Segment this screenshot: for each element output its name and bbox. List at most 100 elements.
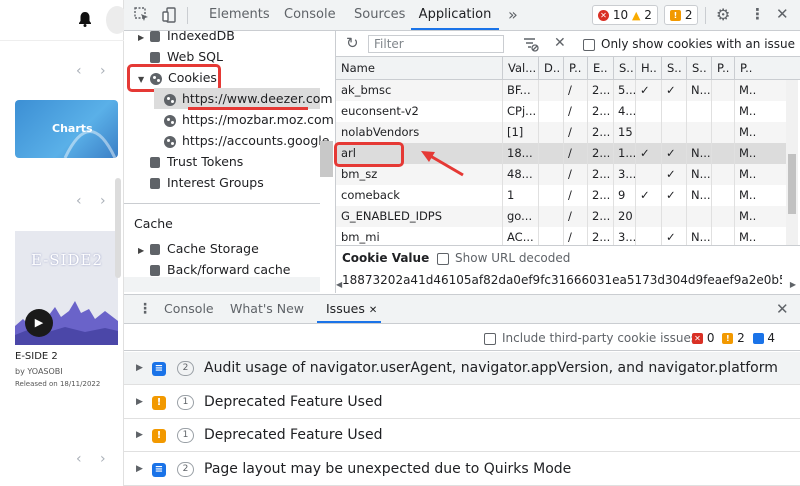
expand-arrow-icon[interactable]: ▶ xyxy=(136,352,143,385)
column-header[interactable]: S.. xyxy=(686,57,711,80)
column-header[interactable]: S.. xyxy=(661,57,686,80)
table-cell: ✓ xyxy=(640,188,650,202)
chevron-left-icon[interactable]: ‹ xyxy=(76,63,82,79)
column-header[interactable]: D.. xyxy=(538,57,563,80)
issue-row[interactable]: ▶ ≡ 2 Page layout may be unexpected due to … xyxy=(124,453,800,486)
issue-row[interactable]: ▶ ≡ 2 Audit usage of navigator.userAgent, n… xyxy=(124,352,800,385)
warning-icon: ! xyxy=(722,333,734,344)
chevron-left-icon[interactable]: ‹ xyxy=(76,193,82,209)
table-cell xyxy=(538,227,563,245)
tab-elements[interactable]: Elements xyxy=(209,0,270,30)
sidebar-hscrollbar[interactable] xyxy=(124,277,320,292)
info-icon: ≡ xyxy=(152,362,166,376)
chevron-right-icon[interactable]: › xyxy=(100,193,106,209)
kebab-menu-icon[interactable]: ⋮ xyxy=(750,5,765,23)
more-tabs-icon[interactable]: » xyxy=(508,0,518,30)
tab-application[interactable]: Application xyxy=(411,0,499,30)
table-cell: 48... xyxy=(507,167,533,181)
column-divider xyxy=(686,80,687,245)
chevron-left-icon[interactable]: ‹ xyxy=(76,451,82,467)
warning-icon: ! xyxy=(152,395,166,410)
drawer-tab-console[interactable]: Console xyxy=(164,295,214,323)
table-cell: 1... xyxy=(618,146,635,160)
issue-row[interactable]: ▶! 1 Deprecated Feature Used xyxy=(124,419,800,452)
column-divider xyxy=(538,80,539,245)
sidebar-item-deezer[interactable]: https://www.deezer.com xyxy=(154,88,333,109)
database-icon xyxy=(150,178,160,189)
table-cell: CPj... xyxy=(507,104,537,118)
column-header[interactable]: P.. xyxy=(734,57,790,80)
table-cell: bm_mi xyxy=(341,230,380,244)
album-artist[interactable]: by YOASOBI xyxy=(15,367,63,376)
expand-arrow-icon[interactable]: ▶ xyxy=(136,453,143,486)
table-cell: 4... xyxy=(618,104,635,118)
close-icon[interactable]: ✕ xyxy=(776,5,789,23)
drawer-menu-icon[interactable]: ⋮ xyxy=(138,301,152,317)
error-warning-badge[interactable]: ✕ 10 ▲ 2 xyxy=(592,5,658,25)
tab-console[interactable]: Console xyxy=(284,0,336,30)
gear-icon[interactable]: ⚙ xyxy=(716,5,730,24)
sidebar-item-trust-tokens[interactable]: Trust Tokens xyxy=(150,151,243,172)
checkbox-icon xyxy=(583,38,595,51)
table-cell xyxy=(635,206,661,227)
table-cell xyxy=(538,185,563,206)
expand-arrow-icon[interactable]: ▶ xyxy=(136,419,143,452)
divider xyxy=(705,7,706,24)
column-header[interactable]: E.. xyxy=(587,57,613,80)
sidebar-item-google[interactable]: https://accounts.google. xyxy=(164,130,333,151)
refresh-icon[interactable]: ↻ xyxy=(346,34,359,52)
column-header[interactable]: P.. xyxy=(711,57,734,80)
device-toggle-icon[interactable] xyxy=(162,7,178,23)
sidebar-item-cache-storage[interactable]: ▶ Cache Storage xyxy=(138,238,259,259)
column-header[interactable]: Val... xyxy=(502,57,538,80)
tab-sources[interactable]: Sources xyxy=(354,0,405,30)
table-cell xyxy=(538,206,563,227)
only-issues-checkbox[interactable]: Only show cookies with an issue xyxy=(583,35,795,53)
database-icon xyxy=(150,52,160,63)
third-party-checkbox[interactable]: Include third-party cookie issues xyxy=(484,325,697,351)
column-header[interactable]: Name xyxy=(336,57,502,80)
issue-count: 1 xyxy=(177,428,194,443)
cookie-icon xyxy=(164,135,176,148)
album-date: Released on 18/11/2022 xyxy=(15,380,101,388)
charts-tile[interactable]: Charts xyxy=(15,100,118,158)
issue-count: 1 xyxy=(177,394,194,410)
expand-arrow-icon[interactable]: ▶ xyxy=(136,386,143,419)
chevron-right-icon[interactable]: › xyxy=(100,451,106,467)
sidebar-scrollbar[interactable] xyxy=(320,141,333,177)
filter-input[interactable]: Filter xyxy=(368,35,504,53)
sidebar-item-mozbar[interactable]: https://mozbar.moz.com xyxy=(164,109,334,130)
inspect-icon[interactable] xyxy=(134,7,150,23)
album-name[interactable]: E-SIDE 2 xyxy=(15,351,58,362)
column-header[interactable]: P.. xyxy=(563,57,587,80)
column-header[interactable]: S.. xyxy=(613,57,635,80)
column-header[interactable]: H.. xyxy=(635,57,661,80)
sidebar-item-indexeddb[interactable]: ▶ IndexedDB xyxy=(138,31,235,46)
table-cell xyxy=(711,122,734,143)
value-hscrollbar[interactable]: ◀ ▶ xyxy=(336,280,800,293)
show-decoded-checkbox[interactable]: Show URL decoded xyxy=(437,246,570,270)
album-cover-title: E-SIDE2 xyxy=(30,251,104,269)
table-scrollbar[interactable] xyxy=(788,154,796,214)
sidebar-item-interest-groups[interactable]: Interest Groups xyxy=(150,172,264,193)
table-cell xyxy=(686,122,711,143)
drawer-tab-issues[interactable]: Issues ✕ xyxy=(317,295,381,323)
bell-icon[interactable] xyxy=(78,11,92,27)
column-divider xyxy=(711,80,712,245)
close-tab-icon[interactable]: ✕ xyxy=(369,305,377,316)
issue-row[interactable]: ▶! 1 Deprecated Feature Used xyxy=(124,386,800,419)
chevron-right-icon[interactable]: › xyxy=(100,63,106,79)
table-cell: ✓ xyxy=(666,83,676,97)
clear-all-icon[interactable]: ✕ xyxy=(554,35,566,51)
close-drawer-icon[interactable]: ✕ xyxy=(776,300,789,318)
issues-badge[interactable]: ! 2 xyxy=(664,5,699,25)
column-divider xyxy=(502,80,503,245)
table-cell xyxy=(538,101,563,122)
clear-filtered-icon[interactable] xyxy=(523,36,539,52)
scrollbar[interactable] xyxy=(115,178,121,278)
play-icon[interactable]: ▶ xyxy=(25,309,53,337)
table-cell: 15 xyxy=(618,125,633,139)
table-cell xyxy=(711,143,734,164)
table-cell xyxy=(686,206,711,227)
drawer-tab-whats-new[interactable]: What's New xyxy=(230,295,304,323)
